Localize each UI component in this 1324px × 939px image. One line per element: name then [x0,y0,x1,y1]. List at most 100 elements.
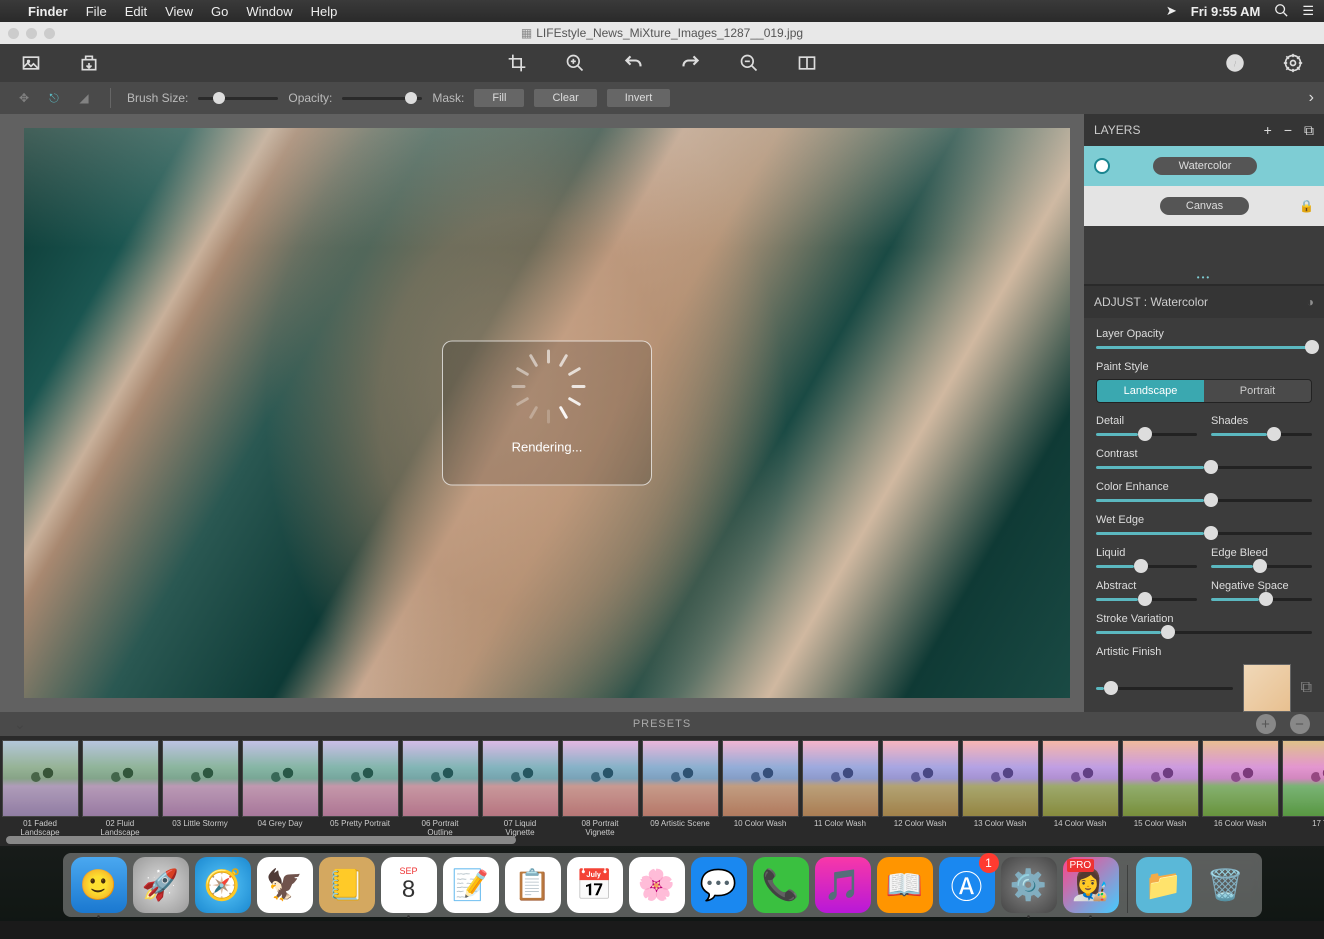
artistic-finish-swatch[interactable] [1243,664,1291,712]
compare-icon[interactable] [796,52,818,74]
adjust-menu-icon[interactable]: ◑ [1307,295,1314,309]
dock-contacts[interactable]: 📒 [319,857,375,913]
save-icon[interactable] [78,52,100,74]
status-icon[interactable]: ➤ [1166,3,1177,19]
shades-slider[interactable] [1211,433,1312,436]
dock-facetime[interactable]: 📞 [753,857,809,913]
contrast-slider[interactable] [1096,466,1312,469]
preset-item[interactable]: 11 Color Wash [800,740,880,846]
dock-calendar[interactable]: SEP8 [381,857,437,913]
menu-help[interactable]: Help [311,4,338,19]
brush-size-slider[interactable] [198,97,278,100]
landscape-button[interactable]: Landscape [1097,380,1204,402]
preset-item[interactable]: 09 Artistic Scene [640,740,720,846]
zoom-out-icon[interactable] [738,52,760,74]
stroke-variation-slider[interactable] [1096,631,1312,634]
redo-icon[interactable] [680,52,702,74]
menubar-clock[interactable]: Fri 9:55 AM [1191,4,1261,19]
preset-item[interactable]: 13 Color Wash [960,740,1040,846]
menubar-app[interactable]: Finder [28,4,68,19]
canvas-image[interactable]: Rendering... [24,128,1070,698]
preset-item[interactable]: 03 Little Stormy [160,740,240,846]
collapse-panel-icon[interactable]: › [1309,89,1314,107]
opacity-slider[interactable] [342,97,422,100]
dock-launchpad[interactable]: 🚀 [133,857,189,913]
preset-item[interactable]: 08 Portrait Vignette [560,740,640,846]
remove-preset-icon[interactable]: − [1290,714,1310,734]
layer-opacity-slider[interactable] [1096,346,1312,349]
layer-row-canvas[interactable]: Canvas 🔒 [1084,186,1324,226]
preset-item[interactable]: 17 T [1280,740,1324,846]
move-tool-icon[interactable]: ✥ [14,88,34,108]
mask-invert-button[interactable]: Invert [607,89,671,107]
preset-item[interactable]: 02 Fluid Landscape [80,740,160,846]
artistic-finish-slider[interactable] [1096,687,1233,690]
dock-messages[interactable]: 💬 [691,857,747,913]
brush-tool-icon[interactable]: ⎋ [44,88,64,108]
preset-item[interactable]: 01 Faded Landscape [0,740,80,846]
add-preset-icon[interactable]: + [1256,714,1276,734]
presets-collapse-icon[interactable]: ⌄ [14,716,27,733]
preset-item[interactable]: 05 Pretty Portrait [320,740,400,846]
preset-item[interactable]: 15 Color Wash [1120,740,1200,846]
undo-icon[interactable] [622,52,644,74]
preset-label: 13 Color Wash [974,820,1027,829]
settings-icon[interactable] [1282,52,1304,74]
open-image-icon[interactable] [20,52,42,74]
dock-reminders[interactable]: 📋 [505,857,561,913]
menu-window[interactable]: Window [246,4,292,19]
wet-edge-slider[interactable] [1096,532,1312,535]
preset-item[interactable]: 12 Color Wash [880,740,960,846]
dock-ibooks[interactable]: 📖 [877,857,933,913]
portrait-button[interactable]: Portrait [1204,380,1311,402]
preset-item[interactable]: 07 Liquid Vignette [480,740,560,846]
crop-icon[interactable] [506,52,528,74]
mask-clear-button[interactable]: Clear [534,89,596,107]
dock-safari[interactable]: 🧭 [195,857,251,913]
dock-pro-app[interactable]: PRO👩‍🎨 [1063,857,1119,913]
eraser-tool-icon[interactable]: ◢ [74,88,94,108]
link-icon[interactable]: ⧉ [1301,679,1312,697]
preset-item[interactable]: 06 Portrait Outline [400,740,480,846]
dock-calendar2[interactable]: 📅 [567,857,623,913]
preset-item[interactable]: 16 Color Wash [1200,740,1280,846]
dock-finder[interactable]: 🙂 [71,857,127,913]
dock-downloads[interactable]: 📁 [1136,857,1192,913]
mask-fill-button[interactable]: Fill [474,89,524,107]
notification-center-icon[interactable]: ☰ [1302,3,1314,19]
layer-row-watercolor[interactable]: Watercolor [1084,146,1324,186]
dock-appstore[interactable]: Ⓐ1 [939,857,995,913]
menu-view[interactable]: View [165,4,193,19]
dock-trash[interactable]: 🗑️ [1198,857,1254,913]
add-layer-icon[interactable]: + [1264,122,1272,139]
negative-space-slider[interactable] [1211,598,1312,601]
layers-resize-handle[interactable] [1084,226,1324,286]
zoom-in-icon[interactable] [564,52,586,74]
info-icon[interactable]: i [1224,52,1246,74]
dock-itunes[interactable]: 🎵 [815,857,871,913]
presets-scrollbar[interactable] [6,836,516,844]
window-traffic-lights[interactable] [8,28,55,39]
paint-style-label: Paint Style [1096,361,1312,373]
menu-go[interactable]: Go [211,4,228,19]
menu-file[interactable]: File [86,4,107,19]
preset-item[interactable]: 04 Grey Day [240,740,320,846]
color-enhance-slider[interactable] [1096,499,1312,502]
edge-bleed-slider[interactable] [1211,565,1312,568]
preset-item[interactable]: 14 Color Wash [1040,740,1120,846]
preset-item[interactable]: 10 Color Wash [720,740,800,846]
spotlight-icon[interactable] [1274,3,1288,20]
remove-layer-icon[interactable]: − [1284,122,1292,139]
layer-visibility-icon[interactable] [1094,158,1110,174]
detail-slider[interactable] [1096,433,1197,436]
preset-label: 05 Pretty Portrait [330,820,390,829]
abstract-slider[interactable] [1096,598,1197,601]
dock-photos[interactable]: 🌸 [629,857,685,913]
menu-edit[interactable]: Edit [125,4,147,19]
dock-mail[interactable]: 🦅 [257,857,313,913]
liquid-slider[interactable] [1096,565,1197,568]
presets-strip[interactable]: 01 Faded Landscape02 Fluid Landscape03 L… [0,736,1324,846]
duplicate-layer-icon[interactable]: ⧉ [1304,122,1314,139]
dock-notes[interactable]: 📝 [443,857,499,913]
dock-settings[interactable]: ⚙️ [1001,857,1057,913]
